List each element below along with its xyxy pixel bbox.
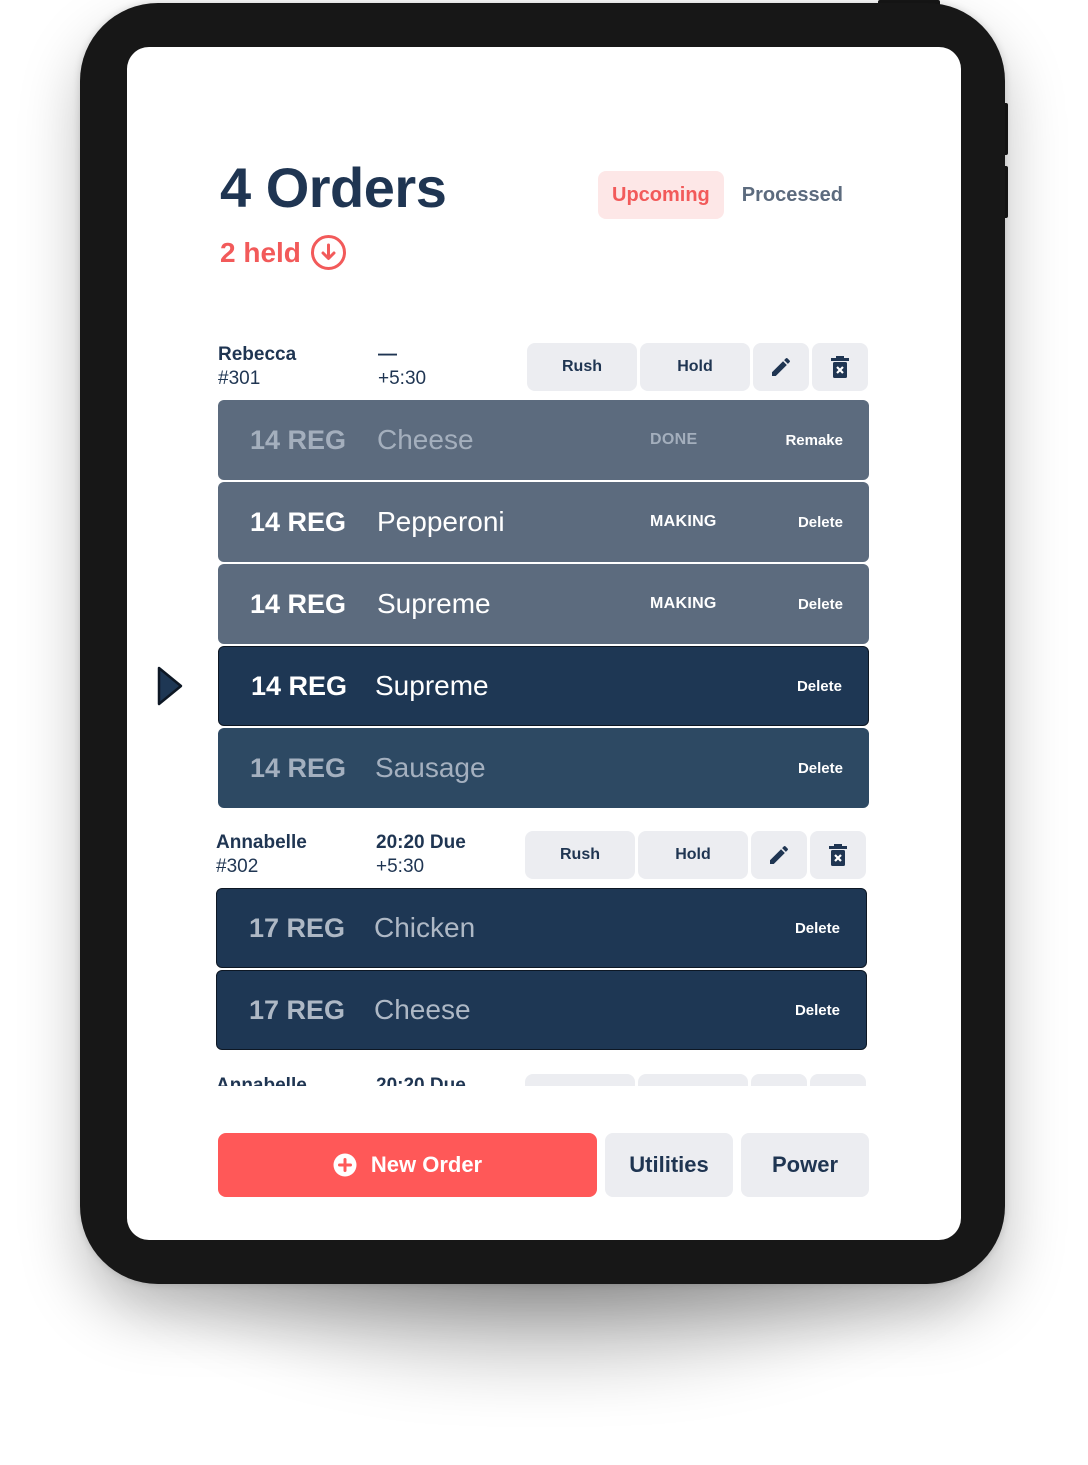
order-item[interactable]: 14 REG Sausage Delete (218, 728, 869, 808)
customer-name: Annabelle (216, 1075, 307, 1086)
delete-item-button[interactable]: Delete (798, 760, 843, 777)
trash-icon (829, 844, 847, 866)
time-offset: +5:30 (376, 856, 425, 877)
item-name: Sausage (375, 752, 486, 783)
page-title: 4 Orders (220, 156, 447, 219)
customer-info: Annabelle (216, 1074, 366, 1086)
rush-button[interactable]: Rush (527, 343, 637, 391)
order-item[interactable]: 14 REG Supreme MAKING Delete (218, 564, 869, 644)
utilities-button[interactable]: Utilities (605, 1133, 733, 1197)
edit-button[interactable] (751, 1074, 807, 1086)
customer-name: Annabelle (216, 832, 307, 853)
item-size: 17 REG (249, 912, 346, 943)
footer-actions: New Order Utilities Power (218, 1133, 869, 1197)
due-time: 20:20 Due (376, 1075, 466, 1086)
delete-item-button[interactable]: Delete (795, 920, 840, 937)
screen: 4 Orders 2 held Upcoming Processed Rebec… (127, 47, 961, 1240)
edit-button[interactable] (751, 831, 807, 879)
selection-pointer-icon (155, 665, 185, 712)
order-actions: Rush Hold (525, 831, 866, 879)
order-item[interactable]: 14 REG Cheese DONE Remake (218, 400, 869, 480)
customer-name: Rebecca (218, 344, 297, 365)
order-number: #302 (216, 856, 259, 877)
item-status: MAKING (650, 595, 717, 612)
due-info: 20:20 Due (376, 1074, 526, 1086)
item-name: Cheese (377, 424, 474, 455)
delete-item-button[interactable]: Delete (797, 678, 842, 695)
order-item[interactable]: 14 REG Pepperoni MAKING Delete (218, 482, 869, 562)
due-time: 20:20 Due (376, 832, 466, 853)
order-number: #301 (218, 368, 261, 389)
rush-button[interactable]: Rush (525, 831, 635, 879)
order-item-selected[interactable]: 14 REG Supreme Delete (218, 646, 869, 726)
rush-button[interactable] (525, 1074, 635, 1086)
item-size: 14 REG (250, 424, 347, 455)
due-info: 20:20 Due +5:30 (376, 831, 526, 879)
delete-order-button[interactable] (810, 831, 866, 879)
remake-button[interactable]: Remake (785, 432, 843, 449)
item-name: Supreme (375, 670, 489, 701)
order-item[interactable]: 17 REG Chicken Delete (216, 888, 867, 968)
new-order-label: New Order (370, 1152, 483, 1177)
item-size: 14 REG (251, 670, 348, 701)
delete-order-button[interactable] (812, 343, 868, 391)
delete-item-button[interactable]: Delete (798, 596, 843, 613)
item-status: DONE (650, 431, 698, 448)
tab-processed[interactable]: Processed (728, 171, 857, 219)
trash-icon (831, 356, 849, 378)
item-name: Supreme (377, 588, 491, 619)
hold-button[interactable]: Hold (640, 343, 750, 391)
arrow-down-circle-icon (310, 235, 346, 270)
order-actions: Rush Hold (527, 343, 868, 391)
pencil-icon (772, 357, 791, 376)
delete-item-button[interactable]: Delete (798, 514, 843, 531)
item-name: Pepperoni (377, 506, 505, 537)
hold-button[interactable] (638, 1074, 748, 1086)
order-item[interactable]: 17 REG Cheese Delete (216, 970, 867, 1050)
item-status: MAKING (650, 513, 717, 530)
delete-order-button[interactable] (810, 1074, 866, 1086)
power-button[interactable]: Power (741, 1133, 869, 1197)
held-orders-link[interactable]: 2 held (220, 235, 346, 270)
item-name: Cheese (374, 994, 471, 1025)
edit-button[interactable] (753, 343, 809, 391)
due-info: — +5:30 (378, 343, 528, 391)
order-list[interactable]: Rebecca #301 — +5:30 Rush Hold 14 REG Ch… (127, 332, 961, 1086)
item-size: 14 REG (250, 506, 347, 537)
order-actions (525, 1074, 866, 1086)
new-order-button[interactable]: New Order (218, 1133, 597, 1197)
order-header: Rebecca #301 — +5:30 Rush Hold (218, 343, 870, 393)
item-name: Chicken (374, 912, 476, 943)
plus-circle-icon (333, 1153, 357, 1177)
due-time: — (378, 344, 397, 365)
order-tabs: Upcoming Processed (598, 171, 857, 219)
customer-info: Rebecca #301 (218, 343, 368, 391)
item-size: 17 REG (249, 994, 346, 1025)
time-offset: +5:30 (378, 368, 427, 389)
held-label: 2 held (220, 236, 301, 268)
order-header: Annabelle #302 20:20 Due +5:30 Rush Hold (216, 831, 868, 881)
pencil-icon (770, 845, 789, 864)
item-size: 14 REG (250, 588, 347, 619)
item-size: 14 REG (250, 752, 347, 783)
delete-item-button[interactable]: Delete (795, 1002, 840, 1019)
customer-info: Annabelle #302 (216, 831, 366, 879)
tab-upcoming[interactable]: Upcoming (598, 171, 724, 219)
order-header: Annabelle 20:20 Due (216, 1074, 868, 1086)
hold-button[interactable]: Hold (638, 831, 748, 879)
